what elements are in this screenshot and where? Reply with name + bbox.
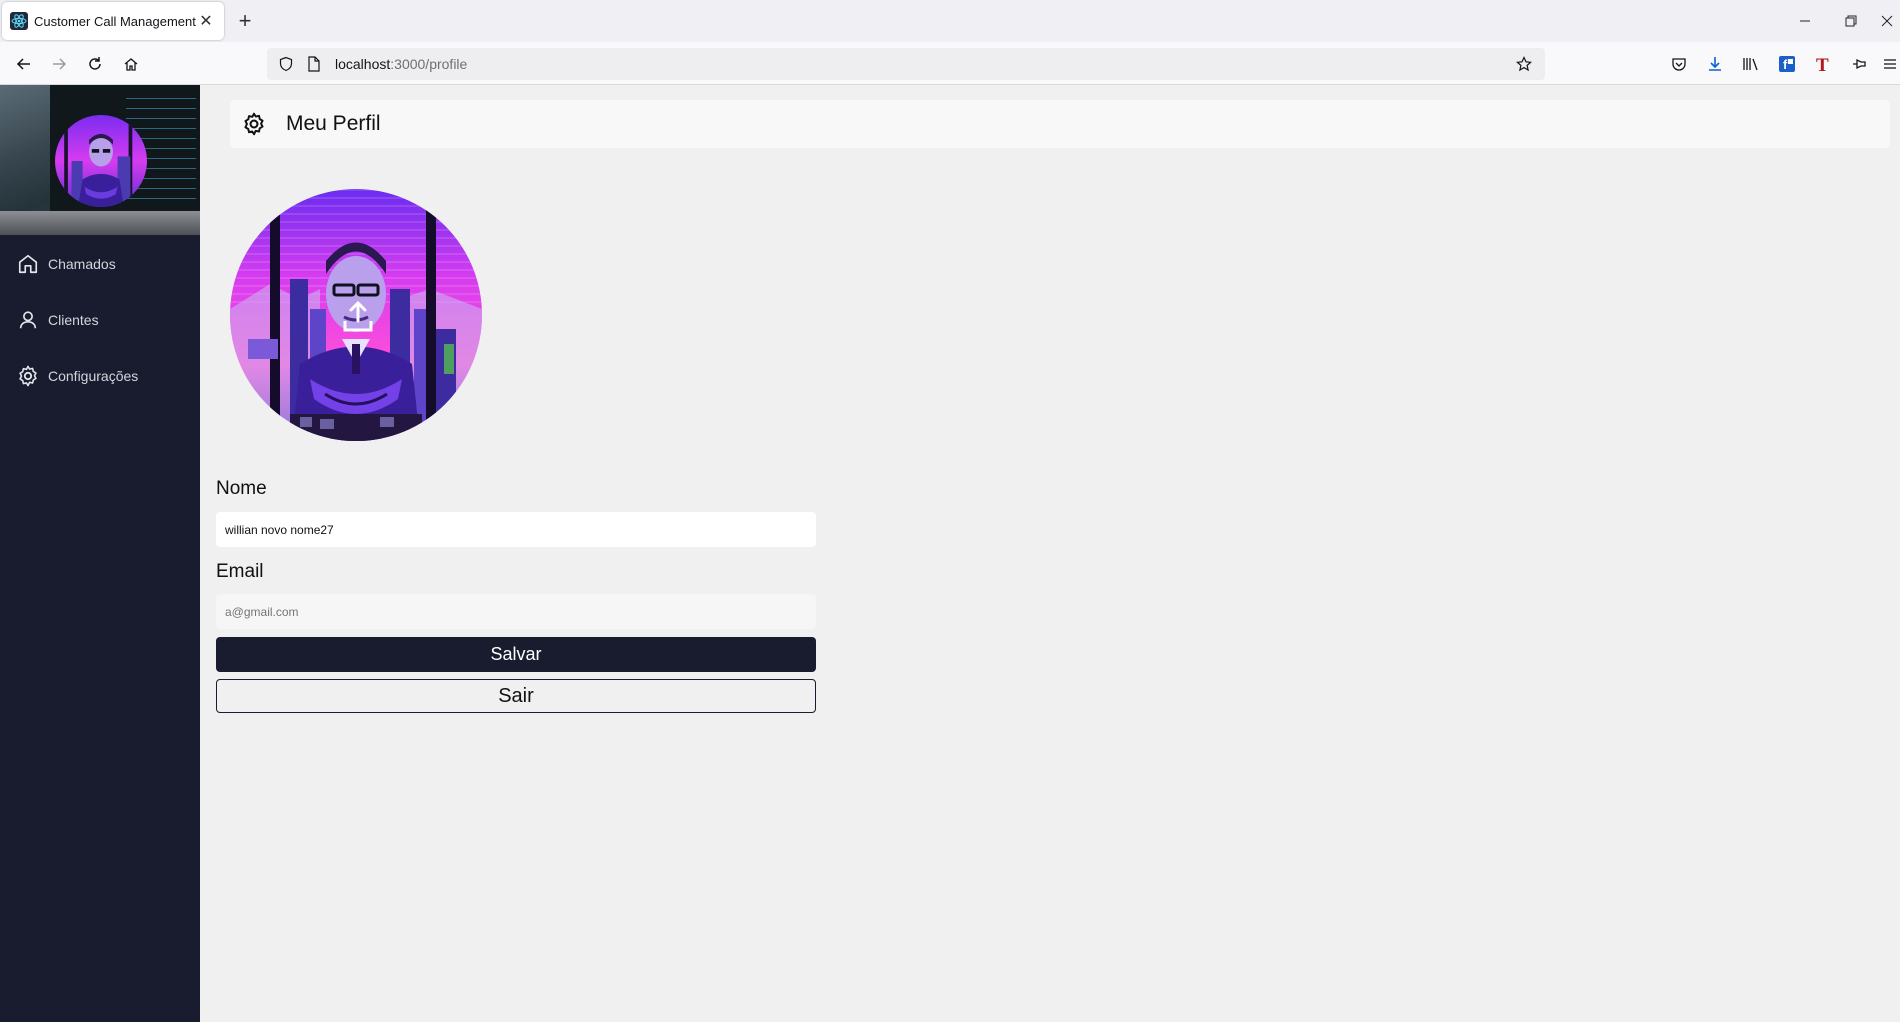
email-label: Email (216, 561, 264, 582)
react-favicon-icon (10, 12, 28, 30)
minimize-icon[interactable] (1782, 6, 1828, 36)
gear-icon (240, 110, 268, 138)
page-icon[interactable] (305, 53, 323, 75)
pocket-icon[interactable] (1666, 51, 1692, 77)
gear-icon (15, 363, 41, 389)
avatar-upload[interactable] (230, 189, 482, 441)
reload-icon[interactable] (81, 50, 109, 78)
svg-text:f: f (1783, 57, 1788, 72)
url-host: localhost (335, 56, 391, 72)
page-header: Meu Perfil (230, 100, 1890, 148)
sidebar-item-configuracoes[interactable]: Configurações (0, 356, 200, 396)
sidebar-avatar (55, 115, 147, 207)
name-field[interactable] (216, 512, 816, 547)
user-icon (15, 307, 41, 333)
sidebar-banner (0, 85, 200, 235)
browser-toolbar: localhost:3000/profile f T (0, 42, 1900, 85)
sidebar-item-label: Configurações (48, 368, 139, 384)
upload-icon (343, 300, 373, 332)
close-window-icon[interactable] (1874, 6, 1900, 36)
name-label: Nome (216, 478, 267, 499)
sidebar-item-clientes[interactable]: Clientes (0, 300, 200, 340)
new-tab-icon[interactable]: + (232, 8, 258, 34)
extension-f-icon[interactable]: f (1774, 51, 1800, 77)
sidebar-item-label: Clientes (48, 312, 99, 328)
email-field[interactable] (216, 594, 816, 629)
restore-icon[interactable] (1828, 6, 1874, 36)
extension-t-icon[interactable]: T (1810, 51, 1836, 77)
tab-close-icon[interactable]: ✕ (196, 11, 216, 31)
url-path: :3000/profile (390, 56, 468, 72)
browser-tab[interactable]: Customer Call Management ✕ (2, 2, 224, 40)
save-button[interactable]: Salvar (216, 637, 816, 672)
home-icon[interactable] (117, 50, 145, 78)
url-bar[interactable]: localhost:3000/profile (267, 48, 1545, 80)
sidebar: Chamados Clientes Configurações (0, 85, 200, 1022)
forward-icon[interactable] (45, 50, 73, 78)
menu-icon[interactable] (1880, 51, 1900, 77)
banner-keyboard (0, 211, 200, 235)
page-title: Meu Perfil (286, 112, 381, 135)
logout-button[interactable]: Sair (216, 679, 816, 713)
url-text[interactable]: localhost:3000/profile (335, 56, 467, 72)
pin-icon[interactable] (1846, 51, 1872, 77)
browser-tab-strip: Customer Call Management ✕ + (0, 0, 1900, 42)
home-icon (15, 251, 41, 277)
svg-text:T: T (1816, 55, 1829, 73)
shield-icon[interactable] (275, 53, 297, 75)
library-icon[interactable] (1738, 51, 1764, 77)
bookmark-star-icon[interactable] (1513, 53, 1535, 75)
sidebar-item-chamados[interactable]: Chamados (0, 244, 200, 284)
sidebar-item-label: Chamados (48, 256, 116, 272)
tab-title: Customer Call Management (34, 13, 196, 29)
download-icon[interactable] (1702, 51, 1728, 77)
back-icon[interactable] (10, 50, 38, 78)
